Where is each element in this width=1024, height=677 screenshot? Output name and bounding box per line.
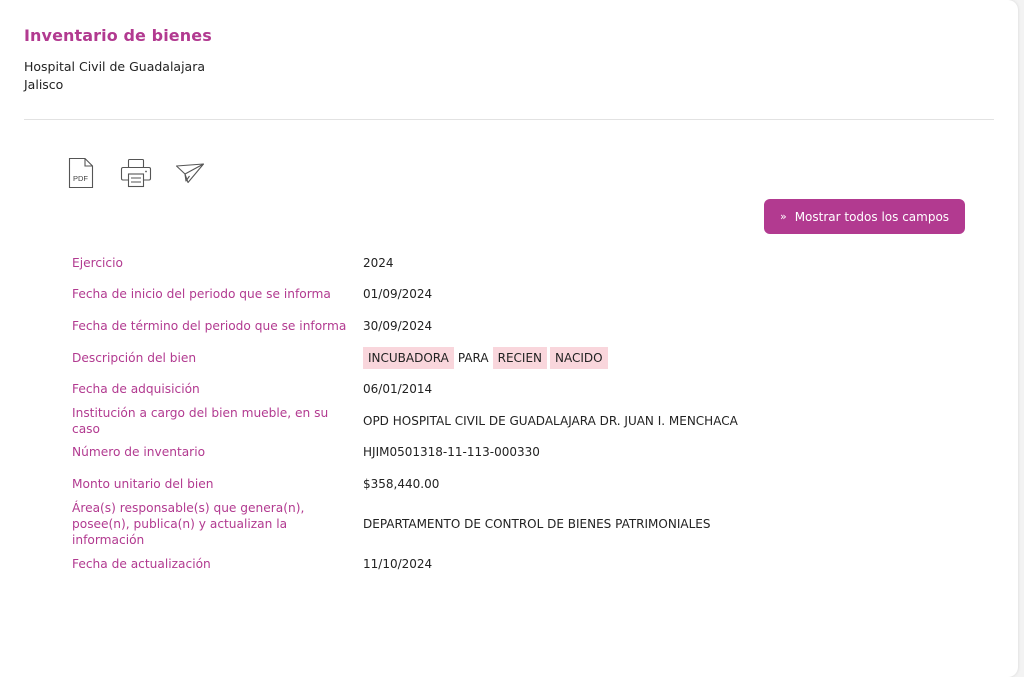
field-row-ejercicio: Ejercicio 2024 [72, 247, 972, 279]
field-label: Fecha de inicio del periodo que se infor… [72, 287, 331, 302]
field-label: Número de inventario [72, 445, 206, 460]
highlighted-term: NACIDO [550, 346, 608, 369]
print-icon[interactable] [119, 157, 153, 189]
page-title: Inventario de bienes [24, 26, 212, 45]
field-row-institucion: Institución a cargo del bien mueble, en … [72, 405, 972, 437]
pdf-icon-label: PDF [73, 174, 88, 183]
chevron-double-down-icon: » [779, 210, 787, 223]
field-label: Área(s) responsable(s) que genera(n), po… [72, 500, 305, 547]
header-divider [24, 119, 994, 120]
field-label: Fecha de adquisición [72, 382, 200, 397]
field-value: OPD HOSPITAL CIVIL DE GUADALAJARA DR. JU… [363, 413, 738, 428]
field-value: $358,440.00 [363, 476, 440, 491]
field-label: Fecha de término del periodo que se info… [72, 318, 347, 333]
description-chips: INCUBADORA PARA RECIEN NACIDO [363, 346, 608, 369]
field-label: Monto unitario del bien [72, 476, 214, 491]
plain-term: PARA [457, 350, 489, 365]
field-row-fecha-termino: Fecha de término del periodo que se info… [72, 310, 972, 342]
show-all-fields-label: Mostrar todos los campos [794, 209, 950, 224]
field-value: 30/09/2024 [363, 318, 433, 333]
field-label: Descripción del bien [72, 350, 197, 365]
field-label: Fecha de actualización [72, 556, 211, 571]
highlighted-term: INCUBADORA [363, 346, 454, 369]
organization-state: Jalisco [24, 77, 64, 92]
send-icon[interactable] [174, 159, 206, 187]
fields-list: Ejercicio 2024 Fecha de inicio del perio… [72, 247, 972, 579]
field-row-fecha-inicio: Fecha de inicio del periodo que se infor… [72, 279, 972, 311]
field-label: Ejercicio [72, 255, 123, 270]
field-label: Institución a cargo del bien mueble, en … [72, 405, 329, 436]
field-row-area-responsable: Área(s) responsable(s) que genera(n), po… [72, 500, 972, 548]
pdf-icon[interactable]: PDF [66, 157, 96, 189]
field-value: 01/09/2024 [363, 287, 433, 302]
highlighted-term: RECIEN [492, 346, 548, 369]
field-row-fecha-actualizacion: Fecha de actualización 11/10/2024 [72, 548, 972, 580]
field-value: HJIM0501318-11-113-000330 [363, 445, 540, 460]
show-all-fields-button[interactable]: » Mostrar todos los campos [764, 199, 965, 234]
export-toolbar: PDF [66, 157, 206, 189]
field-value: DEPARTAMENTO DE CONTROL DE BIENES PATRIM… [363, 516, 711, 531]
organization-name: Hospital Civil de Guadalajara [24, 59, 206, 74]
field-row-monto: Monto unitario del bien $358,440.00 [72, 468, 972, 500]
field-row-fecha-adquisicion: Fecha de adquisición 06/01/2014 [72, 373, 972, 405]
field-row-numero-inventario: Número de inventario HJIM0501318-11-113-… [72, 437, 972, 469]
field-row-descripcion: Descripción del bien INCUBADORA PARA REC… [72, 342, 972, 374]
field-value: 2024 [363, 255, 394, 270]
field-value: 11/10/2024 [363, 556, 433, 571]
field-value: 06/01/2014 [363, 382, 433, 397]
header: Inventario de bienes Hospital Civil de G… [24, 26, 994, 94]
detail-card: Inventario de bienes Hospital Civil de G… [0, 0, 1018, 677]
